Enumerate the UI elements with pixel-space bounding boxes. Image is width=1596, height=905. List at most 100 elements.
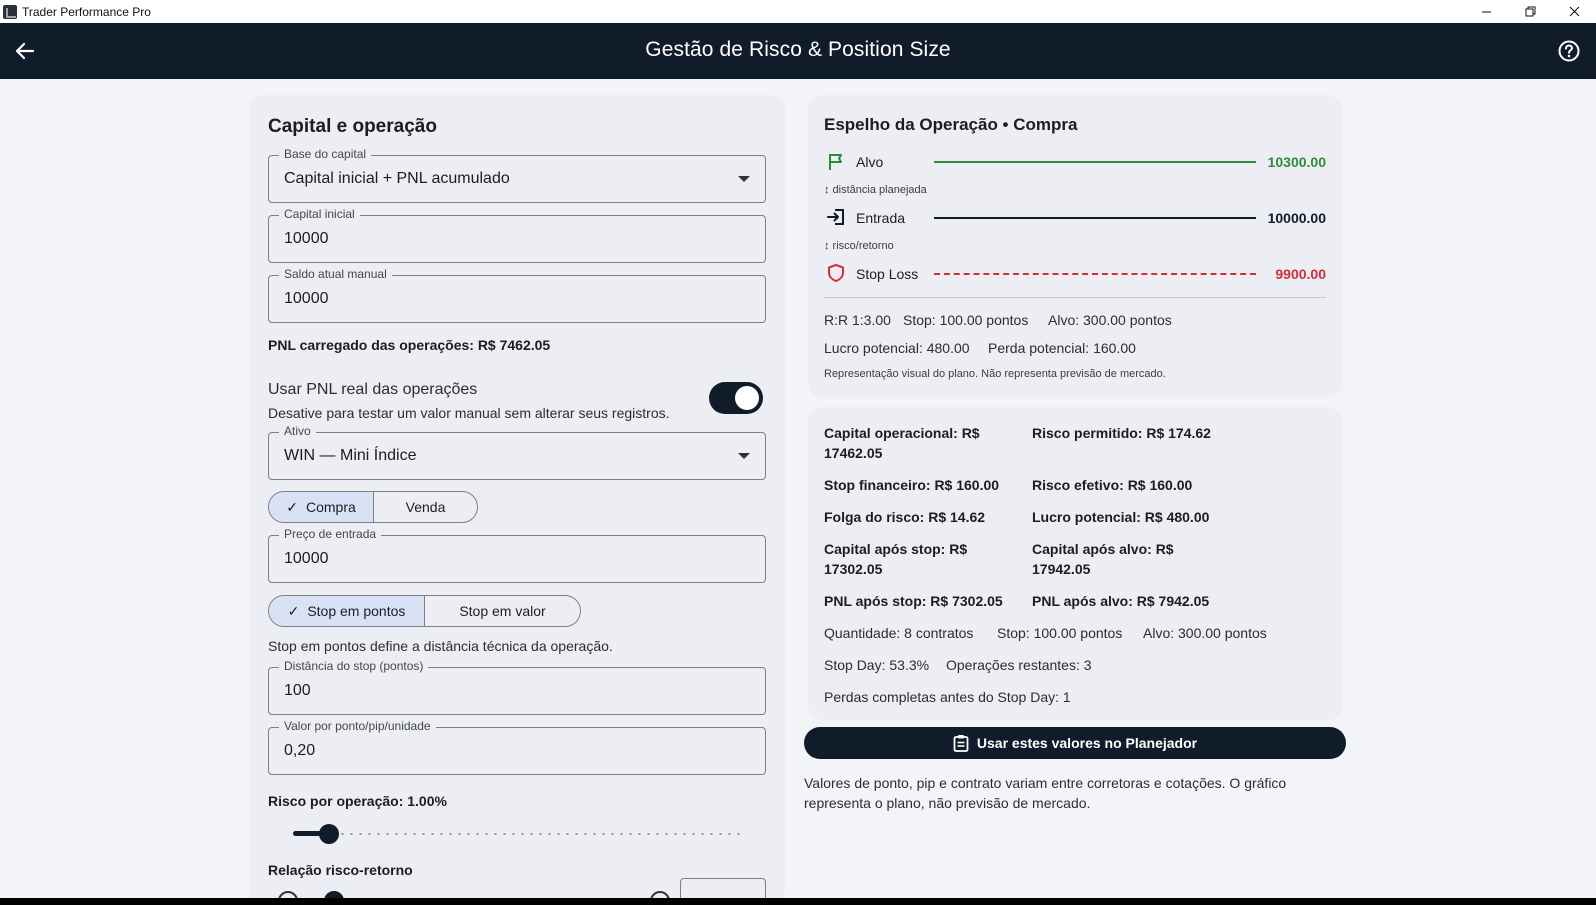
mirror-potential-loss: Perda potencial: 160.00 (988, 340, 1136, 356)
risco-label: Risco por operação: 1.00% (268, 793, 447, 809)
field-value: 10000 (284, 290, 329, 307)
use-planner-label: Usar estes valores no Planejador (976, 735, 1198, 751)
segment-label: Venda (405, 499, 446, 515)
alvo-value: 10300.00 (1267, 154, 1326, 170)
flag-icon (825, 151, 847, 173)
risco-slider-thumb[interactable] (319, 824, 339, 844)
segment-label: Compra (305, 499, 356, 515)
base-capital-select[interactable]: Base do capital Capital inicial + PNL ac… (268, 147, 766, 203)
perdas-completas: Perdas completas antes do Stop Day: 1 (824, 689, 1071, 705)
risco-slider-track[interactable] (293, 833, 743, 835)
pnl-loaded-text: PNL carregado das operações: R$ 7462.05 (268, 337, 551, 353)
entrada-value: 10000.00 (1267, 210, 1326, 226)
distancia-planejada-note: ↕ distância planejada (824, 184, 927, 196)
restore-icon (1525, 6, 1535, 17)
entrada-label: Entrada (856, 210, 906, 226)
close-icon (1569, 6, 1579, 17)
entrada-line (934, 217, 1256, 219)
mirror-title: Espelho da Operação • Compra (824, 115, 1078, 134)
dropdown-arrow-icon (738, 453, 750, 459)
field-value: Capital inicial + PNL acumulado (284, 170, 510, 187)
side-segmented: ✓ Compra Venda (268, 491, 478, 523)
stop-mode-hint: Stop em pontos define a distância técnic… (268, 638, 613, 654)
field-label: Valor por ponto/pip/unidade (279, 719, 436, 733)
field-label: Base do capital (279, 147, 372, 161)
bottom-edge (0, 898, 1596, 905)
alvo-line (934, 161, 1256, 163)
login-icon (825, 206, 847, 228)
app-header: Gestão de Risco & Position Size (0, 23, 1596, 79)
capital-operacional: Capital operacional: R$ 17462.05 (824, 425, 980, 461)
valor-ponto-input[interactable]: Valor por ponto/pip/unidade 0,20 (268, 719, 766, 775)
stop-loss-line (934, 273, 1256, 275)
risco-efetivo: Risco efetivo: R$ 160.00 (1032, 477, 1193, 493)
help-button[interactable] (1554, 36, 1584, 66)
risco-permitido: Risco permitido: R$ 174.62 (1032, 425, 1211, 441)
stop-mode-pontos[interactable]: ✓ Stop em pontos (269, 596, 425, 626)
minimize-button[interactable] (1464, 0, 1508, 23)
risco-retorno-note: ↕ risco/retorno (824, 240, 894, 252)
stop-financeiro: Stop financeiro: R$ 160.00 (824, 477, 1000, 493)
window-controls (1464, 0, 1596, 23)
pnl-apos-alvo: PNL após alvo: R$ 7942.05 (1032, 593, 1210, 609)
preco-entrada-input[interactable]: Preço de entrada 10000 (268, 527, 766, 583)
window-titlebar: Trader Performance Pro (0, 0, 1596, 23)
field-label: Ativo (279, 424, 316, 438)
mirror-stop-points: Stop: 100.00 pontos (903, 312, 1029, 328)
mirror-divider (824, 297, 1326, 298)
check-icon: ✓ (286, 498, 298, 515)
stop-mode-valor[interactable]: Stop em valor (425, 596, 580, 626)
field-value: 100 (284, 682, 311, 699)
app-logo-icon (3, 4, 17, 19)
check-icon: ✓ (287, 602, 300, 619)
window-title: Trader Performance Pro (22, 4, 151, 19)
segment-label: Stop em pontos (307, 603, 406, 619)
dropdown-arrow-icon (738, 176, 750, 182)
pnl-apos-stop: PNL após stop: R$ 7302.05 (824, 593, 1003, 609)
use-pnl-title: Usar PNL real das operações (268, 381, 478, 398)
mirror-potential-profit: Lucro potencial: 480.00 (824, 340, 970, 356)
field-label: Distância do stop (pontos) (279, 659, 429, 673)
folga-risco: Folga do risco: R$ 14.62 (824, 509, 986, 525)
field-label: Preço de entrada (279, 527, 382, 541)
distancia-stop-input[interactable]: Distância do stop (pontos) 100 (268, 659, 766, 715)
page-title: Gestão de Risco & Position Size (645, 38, 951, 61)
field-label: Saldo atual manual (279, 267, 392, 281)
quantidade-contratos: Quantidade: 8 contratos (824, 625, 974, 641)
alvo-label: Alvo (856, 154, 884, 170)
mirror-disclaimer: Representação visual do plano. Não repre… (824, 368, 1166, 380)
use-planner-button[interactable]: Usar estes valores no Planejador (804, 727, 1346, 759)
side-option-compra[interactable]: ✓ Compra (269, 492, 374, 522)
capital-apos-stop: Capital após stop: R$ 17302.05 (824, 541, 968, 577)
close-window-button[interactable] (1552, 0, 1596, 23)
field-value: 10000 (284, 550, 329, 567)
side-option-venda[interactable]: Venda (374, 492, 477, 522)
lucro-potencial: Lucro potencial: R$ 480.00 (1032, 509, 1210, 525)
stop-loss-value: 9900.00 (1275, 266, 1326, 282)
operacoes-restantes: Operações restantes: 3 (946, 657, 1092, 673)
section-title-capital: Capital e operação (268, 116, 437, 137)
saldo-manual-input[interactable]: Saldo atual manual 10000 (268, 267, 766, 323)
segment-label: Stop em valor (459, 603, 546, 619)
footer-disclaimer: Valores de ponto, pip e contrato variam … (804, 775, 1287, 811)
mirror-target-points: Alvo: 300.00 pontos (1048, 312, 1172, 328)
use-pnl-toggle[interactable] (709, 382, 763, 414)
field-label: Capital inicial (279, 207, 360, 221)
mirror-rr: R:R 1:3.00 (824, 312, 891, 328)
stop-loss-label: Stop Loss (856, 266, 919, 282)
capital-inicial-input[interactable]: Capital inicial 10000 (268, 207, 766, 263)
help-icon (1558, 40, 1580, 62)
minimize-icon (1481, 11, 1491, 13)
relacao-label: Relação risco-retorno (268, 862, 413, 878)
stop-day: Stop Day: 53.3% (824, 657, 930, 673)
quantidade-stop-points: Stop: 100.00 pontos (997, 625, 1123, 641)
field-value: 10000 (284, 230, 329, 247)
quantidade-target-points: Alvo: 300.00 pontos (1143, 625, 1267, 641)
field-value: WIN — Mini Índice (284, 447, 417, 464)
use-pnl-subtitle: Desative para testar um valor manual sem… (268, 405, 670, 421)
maximize-button[interactable] (1508, 0, 1552, 23)
shield-icon (825, 262, 847, 284)
capital-apos-alvo: Capital após alvo: R$ 17942.05 (1032, 541, 1174, 577)
stop-mode-segmented: ✓ Stop em pontos Stop em valor (268, 595, 581, 627)
ativo-select[interactable]: Ativo WIN — Mini Índice (268, 424, 766, 480)
